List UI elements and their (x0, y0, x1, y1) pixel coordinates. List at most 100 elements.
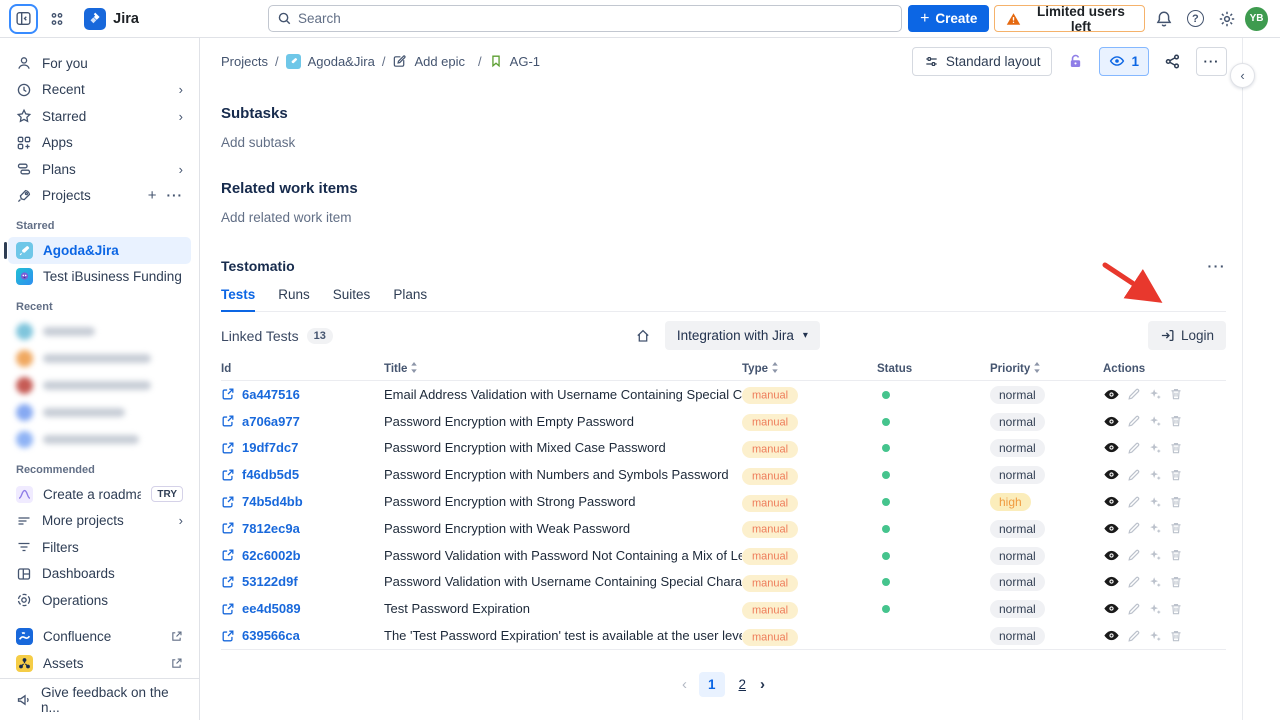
test-id-link[interactable]: 6a447516 (242, 387, 300, 402)
more-actions-button[interactable]: ··· (1196, 47, 1227, 76)
next-page-button[interactable]: › (760, 676, 765, 693)
limited-users-button[interactable]: Limited users left (994, 5, 1145, 32)
edit-test-button[interactable] (1127, 629, 1141, 643)
view-test-button[interactable] (1103, 493, 1120, 510)
view-test-button[interactable] (1103, 520, 1120, 537)
ai-sparkles-button[interactable] (1148, 629, 1162, 643)
test-id-link[interactable]: 639566ca (242, 628, 300, 643)
tab-tests[interactable]: Tests (221, 287, 255, 312)
delete-test-button[interactable] (1169, 468, 1183, 482)
col-actions[interactable]: Actions (1103, 363, 1226, 375)
ai-sparkles-button[interactable] (1148, 468, 1162, 482)
sidebar-item-create-roadmap[interactable]: Create a roadmap TRY (8, 481, 191, 508)
user-avatar[interactable]: YB (1245, 7, 1268, 31)
sidebar-item-recent[interactable]: Recent › (8, 77, 191, 104)
breadcrumb-projects[interactable]: Projects (221, 54, 268, 69)
test-id-link[interactable]: a706a977 (242, 414, 300, 429)
delete-test-button[interactable] (1169, 575, 1183, 589)
test-id-link[interactable]: 74b5d4bb (242, 494, 303, 509)
edit-test-button[interactable] (1127, 387, 1141, 401)
delete-test-button[interactable] (1169, 387, 1183, 401)
test-id-link[interactable]: 62c6002b (242, 548, 301, 563)
view-test-button[interactable] (1103, 627, 1120, 644)
test-id-link[interactable]: 53122d9f (242, 574, 298, 589)
share-button[interactable] (1158, 47, 1187, 76)
add-related-item-link[interactable]: Add related work item (221, 210, 1226, 225)
edit-test-button[interactable] (1127, 548, 1141, 562)
global-search[interactable] (268, 5, 902, 32)
breadcrumb-project[interactable]: Agoda&Jira (308, 54, 375, 69)
login-button[interactable]: Login (1148, 321, 1226, 350)
col-status[interactable]: Status (877, 363, 990, 375)
view-test-button[interactable] (1103, 466, 1120, 483)
unlock-button[interactable] (1061, 47, 1090, 76)
feedback-link[interactable]: Give feedback on the n... (0, 678, 199, 720)
tab-plans[interactable]: Plans (393, 287, 427, 311)
sidebar-item-dashboards[interactable]: Dashboards (8, 561, 191, 588)
sidebar-item-filters[interactable]: Filters (8, 534, 191, 561)
recent-project-blurred[interactable] (8, 345, 191, 372)
sidebar-item-more-projects[interactable]: More projects › (8, 508, 191, 535)
project-selector-dropdown[interactable]: Integration with Jira ▾ (665, 321, 820, 350)
ai-sparkles-button[interactable] (1148, 575, 1162, 589)
delete-test-button[interactable] (1169, 441, 1183, 455)
col-title[interactable]: Title (384, 362, 742, 375)
delete-test-button[interactable] (1169, 629, 1183, 643)
col-id[interactable]: Id (221, 363, 384, 375)
sidebar-item-confluence[interactable]: Confluence (8, 624, 191, 651)
prev-page-button[interactable]: ‹ (682, 676, 687, 693)
ai-sparkles-button[interactable] (1148, 602, 1162, 616)
notifications-button[interactable] (1150, 5, 1177, 33)
edit-test-button[interactable] (1127, 602, 1141, 616)
test-id-link[interactable]: 7812ec9a (242, 521, 300, 536)
ai-sparkles-button[interactable] (1148, 521, 1162, 535)
view-test-button[interactable] (1103, 573, 1120, 590)
delete-test-button[interactable] (1169, 548, 1183, 562)
collapse-right-panel-button[interactable]: ‹ (1230, 63, 1255, 88)
ai-sparkles-button[interactable] (1148, 387, 1162, 401)
view-test-button[interactable] (1103, 547, 1120, 564)
col-priority[interactable]: Priority (990, 362, 1103, 375)
sidebar-item-plans[interactable]: Plans › (8, 156, 191, 183)
sidebar-item-for-you[interactable]: For you (8, 50, 191, 77)
delete-test-button[interactable] (1169, 495, 1183, 509)
edit-test-button[interactable] (1127, 521, 1141, 535)
tab-suites[interactable]: Suites (333, 287, 371, 311)
watchers-chip[interactable]: 1 (1099, 47, 1149, 76)
create-button[interactable]: + Create (908, 5, 989, 32)
breadcrumb-issue-key[interactable]: AG-1 (510, 54, 540, 69)
app-switcher-button[interactable] (43, 5, 70, 33)
home-icon[interactable] (635, 328, 651, 344)
delete-test-button[interactable] (1169, 521, 1183, 535)
add-subtask-link[interactable]: Add subtask (221, 135, 1226, 150)
recent-project-blurred[interactable] (8, 426, 191, 453)
edit-test-button[interactable] (1127, 495, 1141, 509)
test-id-link[interactable]: 19df7dc7 (242, 440, 298, 455)
layout-button[interactable]: Standard layout (912, 47, 1053, 76)
view-test-button[interactable] (1103, 413, 1120, 430)
sidebar-item-starred[interactable]: Starred › (8, 103, 191, 130)
settings-button[interactable] (1214, 5, 1241, 33)
edit-test-button[interactable] (1127, 575, 1141, 589)
test-id-link[interactable]: f46db5d5 (242, 467, 299, 482)
ai-sparkles-button[interactable] (1148, 548, 1162, 562)
edit-test-button[interactable] (1127, 441, 1141, 455)
help-button[interactable]: ? (1182, 5, 1209, 33)
add-project-icon[interactable]: + (148, 187, 157, 204)
sidebar-item-operations[interactable]: Operations (8, 587, 191, 614)
delete-test-button[interactable] (1169, 602, 1183, 616)
recent-project-blurred[interactable] (8, 372, 191, 399)
delete-test-button[interactable] (1169, 414, 1183, 428)
recent-project-blurred[interactable] (8, 399, 191, 426)
test-id-link[interactable]: ee4d5089 (242, 601, 301, 616)
view-test-button[interactable] (1103, 600, 1120, 617)
view-test-button[interactable] (1103, 386, 1120, 403)
page-2-button[interactable]: 2 (737, 673, 749, 696)
search-input[interactable] (298, 11, 893, 26)
ai-sparkles-button[interactable] (1148, 441, 1162, 455)
page-1-button[interactable]: 1 (699, 672, 725, 697)
testomatio-more-button[interactable]: ··· (1208, 258, 1227, 274)
edit-test-button[interactable] (1127, 468, 1141, 482)
sidebar-item-projects[interactable]: Projects + ··· (8, 183, 191, 210)
sidebar-item-apps[interactable]: Apps (8, 130, 191, 157)
